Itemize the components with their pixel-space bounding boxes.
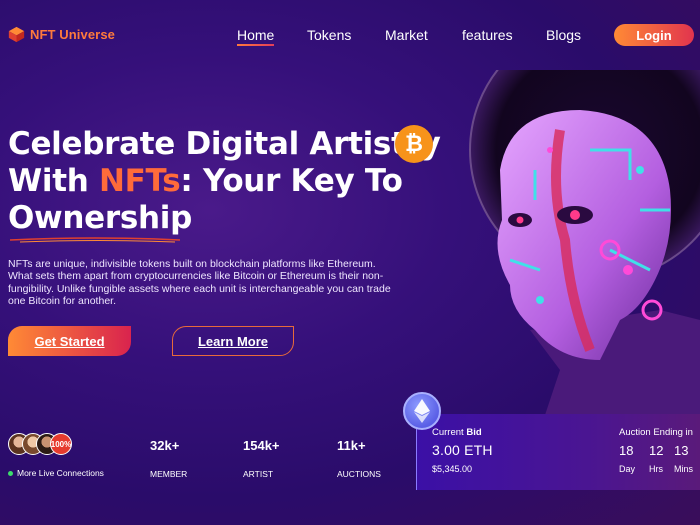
- nav-tokens[interactable]: Tokens: [307, 27, 351, 43]
- live-connections-label: More Live Connections: [17, 468, 104, 478]
- stat-value: 11k+: [337, 438, 366, 453]
- current-bid-eth: 3.00 ETH: [432, 442, 493, 458]
- stat-label: ARTIST: [243, 469, 274, 479]
- stat-auctions: 11k+ AUCTIONS: [337, 438, 381, 479]
- timer-unit: Day: [619, 464, 636, 474]
- timer-minutes: 13 Mins: [674, 443, 693, 474]
- avatar-count-badge: 100%: [50, 433, 72, 455]
- stat-value: 154k+: [243, 438, 280, 453]
- nav-market[interactable]: Market: [385, 27, 428, 43]
- stat-artists: 154k+ ARTIST: [243, 438, 280, 479]
- timer-value: 18: [619, 443, 634, 458]
- login-button[interactable]: Login: [614, 24, 694, 46]
- timer-value: 12: [649, 443, 664, 458]
- stat-members: 32k+ MEMBER: [150, 438, 187, 479]
- current-bid-usd: $5,345.00: [432, 464, 473, 474]
- nav-home[interactable]: Home: [237, 27, 275, 46]
- hero-artwork: [469, 70, 700, 430]
- timer-unit: Hrs: [649, 464, 663, 474]
- brand-name: NFT Universe: [30, 27, 116, 42]
- live-connections: More Live Connections: [8, 468, 104, 478]
- live-dot-icon: [8, 470, 13, 476]
- ethereum-icon: [403, 392, 441, 430]
- nav-features[interactable]: features: [462, 27, 513, 43]
- hero-title-line3: Ownership: [8, 200, 193, 236]
- cube-icon: [8, 26, 25, 43]
- hero-title-line2-post: : Your Key To: [180, 163, 403, 199]
- timer-unit: Mins: [674, 464, 694, 474]
- title-underline: [10, 237, 180, 243]
- hero-description: NFTs are unique, indivisible tokens buil…: [8, 258, 391, 307]
- hero-title-line1: Celebrate Digital Artistry: [8, 126, 441, 162]
- avatar-group: 100%: [8, 433, 72, 455]
- stat-label: MEMBER: [150, 469, 188, 479]
- hero-title-line2-pre: With: [8, 163, 100, 199]
- timer-hours: 12 Hrs: [649, 443, 663, 474]
- get-started-button[interactable]: Get Started: [8, 326, 131, 356]
- current-bid-label: Current Bid: [432, 427, 482, 438]
- landing-page: NFT Universe Home Tokens Market features…: [0, 0, 700, 525]
- brand-logo[interactable]: NFT Universe: [8, 26, 115, 43]
- stat-label: AUCTIONS: [337, 469, 381, 479]
- hero-title: Celebrate Digital Artistry With NFTs: Yo…: [8, 126, 441, 237]
- timer-value: 13: [674, 443, 689, 458]
- hero-title-accent: NFTs: [99, 163, 181, 199]
- stat-value: 32k+: [150, 438, 180, 453]
- nav-blogs[interactable]: Blogs: [546, 27, 581, 43]
- learn-more-button[interactable]: Learn More: [172, 326, 294, 356]
- timer-days: 18 Day: [619, 443, 635, 474]
- bitcoin-icon: ₿: [395, 125, 433, 163]
- auction-ending-label: Auction Ending in: [619, 427, 693, 438]
